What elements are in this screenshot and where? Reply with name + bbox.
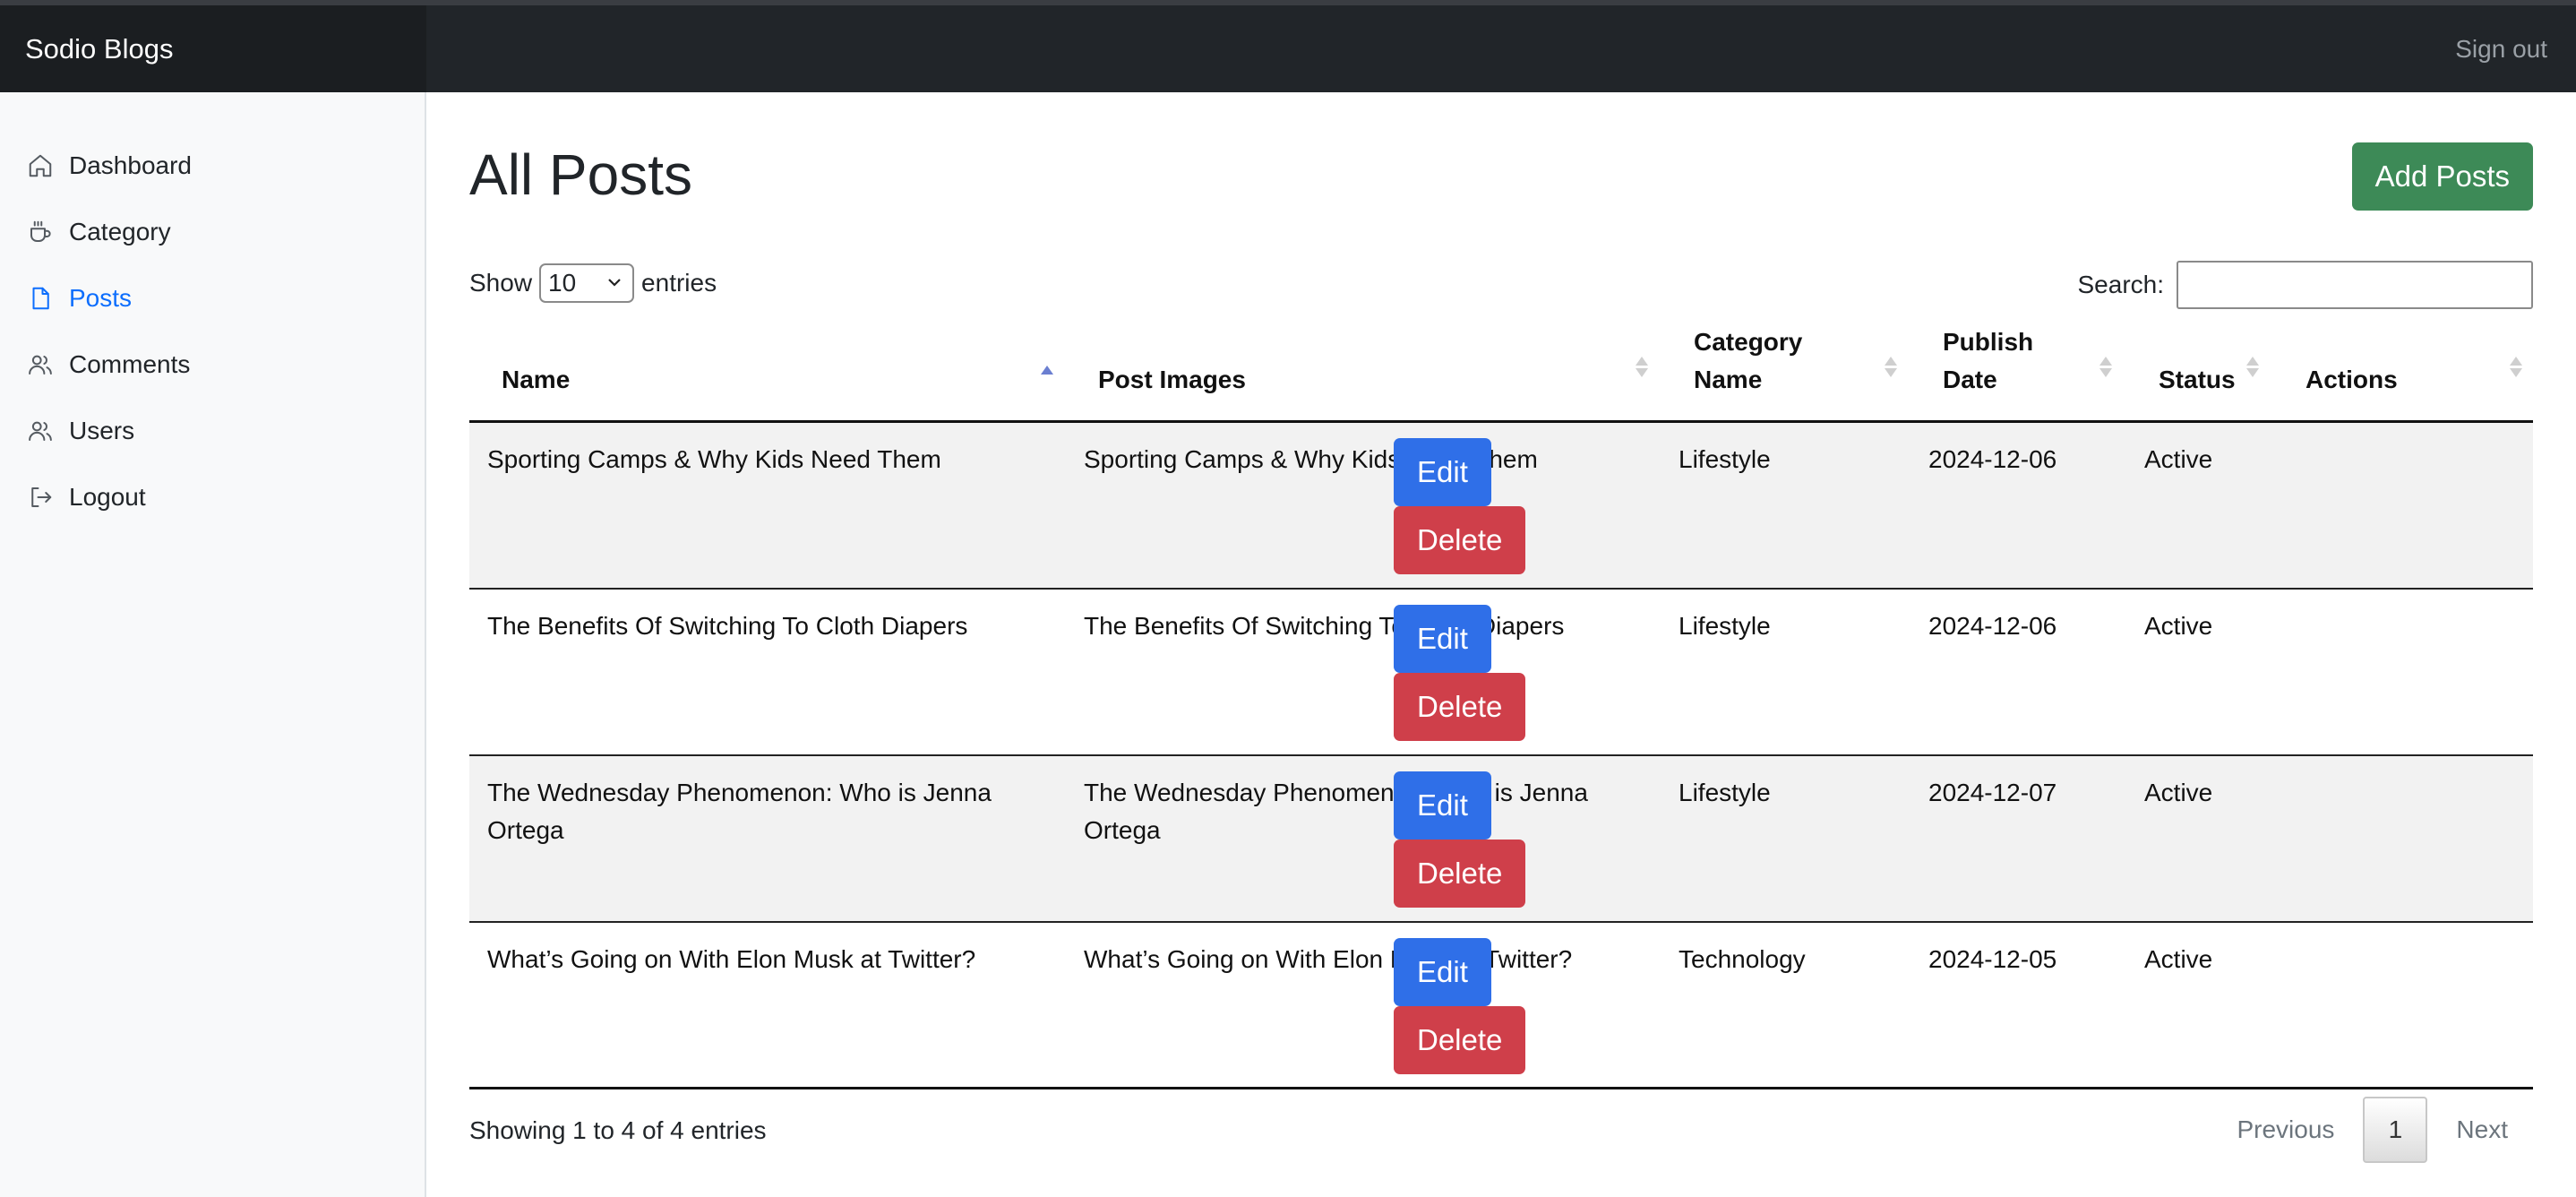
table-row: The Wednesday Phenomenon: Who is Jenna O… bbox=[469, 756, 2533, 923]
sidebar-item-label: Users bbox=[69, 417, 135, 444]
cell-status: Active bbox=[2144, 612, 2213, 640]
logout-icon bbox=[26, 483, 55, 512]
entries-length-control: Show 10 entries bbox=[469, 263, 717, 304]
delete-button[interactable]: Delete bbox=[1394, 840, 1526, 908]
sort-icon[interactable] bbox=[2099, 357, 2112, 377]
table-row: What’s Going on With Elon Musk at Twitte… bbox=[469, 923, 2533, 1089]
cell-post-image: Sporting Camps & Why Kids Need Them bbox=[1084, 445, 1538, 473]
page-1-button[interactable]: 1 bbox=[2363, 1097, 2428, 1163]
table-row: Sporting Camps & Why Kids Need Them Spor… bbox=[469, 423, 2533, 590]
users-icon bbox=[26, 350, 55, 379]
table-row: The Benefits Of Switching To Cloth Diape… bbox=[469, 590, 2533, 756]
sidebar-item-posts[interactable]: Posts bbox=[0, 265, 425, 332]
cell-post-image: What’s Going on With Elon Musk at Twitte… bbox=[1084, 945, 1573, 973]
chevron-down-icon bbox=[605, 269, 623, 297]
column-header-post-images[interactable]: Post Images bbox=[1098, 361, 1246, 399]
page-title: All Posts bbox=[469, 142, 692, 207]
sidebar-item-label: Posts bbox=[69, 284, 133, 312]
main-content: All Posts Add Posts Show 10 entries Sear… bbox=[469, 92, 2533, 1197]
sort-icon[interactable] bbox=[2246, 357, 2259, 377]
cell-publish-date: 2024-12-06 bbox=[1928, 612, 2057, 640]
cell-category: Lifestyle bbox=[1679, 445, 1771, 473]
column-header-publish-date[interactable]: Publish Date bbox=[1943, 323, 2077, 399]
delete-button[interactable]: Delete bbox=[1394, 673, 1526, 741]
sidebar-item-label: Dashboard bbox=[69, 151, 192, 179]
cell-status: Active bbox=[2144, 445, 2213, 473]
cell-post-image: The Wednesday Phenomenon: Who is Jenna O… bbox=[1084, 779, 1588, 844]
coffee-cup-icon bbox=[26, 218, 55, 246]
home-icon bbox=[26, 151, 55, 180]
cell-publish-date: 2024-12-07 bbox=[1928, 779, 2057, 806]
sidebar-item-comments[interactable]: Comments bbox=[0, 332, 425, 398]
previous-page-button[interactable]: Previous bbox=[2208, 1097, 2363, 1163]
search-control: Search: bbox=[2077, 261, 2533, 309]
search-input[interactable] bbox=[2177, 261, 2533, 309]
sidebar-item-logout[interactable]: Logout bbox=[0, 464, 425, 530]
sidebar-item-label: Category bbox=[69, 218, 171, 245]
sort-icon[interactable] bbox=[1636, 357, 1648, 377]
posts-table: Name Post Images Category Name Publish D… bbox=[469, 323, 2533, 1089]
sign-out-link[interactable]: Sign out bbox=[2455, 5, 2547, 92]
cell-name: The Benefits Of Switching To Cloth Diape… bbox=[487, 612, 968, 640]
add-posts-button[interactable]: Add Posts bbox=[2351, 142, 2533, 211]
sidebar-item-users[interactable]: Users bbox=[0, 398, 425, 464]
users-icon bbox=[26, 417, 55, 445]
cell-post-image: The Benefits Of Switching To Cloth Diape… bbox=[1084, 612, 1565, 640]
cell-category: Lifestyle bbox=[1679, 779, 1771, 806]
top-navbar: Sodio Blogs Sign out bbox=[0, 0, 2576, 92]
entries-label: entries bbox=[641, 269, 717, 297]
cell-name: What’s Going on With Elon Musk at Twitte… bbox=[487, 945, 976, 973]
entries-select-value: 10 bbox=[548, 269, 577, 297]
delete-button[interactable]: Delete bbox=[1394, 506, 1526, 574]
sidebar-item-label: Comments bbox=[69, 350, 191, 378]
cell-status: Active bbox=[2144, 945, 2213, 973]
sort-icon[interactable] bbox=[1885, 357, 1897, 377]
table-header: Name Post Images Category Name Publish D… bbox=[469, 323, 2533, 423]
sort-icon[interactable] bbox=[2510, 357, 2522, 377]
search-label: Search: bbox=[2077, 271, 2165, 298]
entries-select[interactable]: 10 bbox=[539, 263, 635, 303]
cell-category: Technology bbox=[1679, 945, 1806, 973]
delete-button[interactable]: Delete bbox=[1394, 1006, 1526, 1074]
column-header-name[interactable]: Name bbox=[502, 361, 570, 399]
sidebar-item-label: Logout bbox=[69, 483, 146, 511]
show-label: Show bbox=[469, 269, 533, 297]
edit-button[interactable]: Edit bbox=[1394, 438, 1491, 506]
next-page-button[interactable]: Next bbox=[2427, 1097, 2533, 1163]
table-info: Showing 1 to 4 of 4 entries bbox=[469, 1116, 767, 1144]
pagination: Previous 1 Next bbox=[2208, 1097, 2533, 1163]
cell-status: Active bbox=[2144, 779, 2213, 806]
edit-button[interactable]: Edit bbox=[1394, 605, 1491, 673]
column-header-actions[interactable]: Actions bbox=[2306, 361, 2398, 399]
sort-ascending-icon[interactable] bbox=[1041, 366, 1053, 377]
sidebar: Dashboard Category Posts Comments Users … bbox=[0, 92, 426, 1197]
edit-button[interactable]: Edit bbox=[1394, 771, 1491, 840]
sidebar-item-category[interactable]: Category bbox=[0, 199, 425, 265]
cell-category: Lifestyle bbox=[1679, 612, 1771, 640]
brand-link[interactable]: Sodio Blogs bbox=[0, 5, 426, 92]
cell-name: The Wednesday Phenomenon: Who is Jenna O… bbox=[487, 779, 992, 844]
column-header-category-name[interactable]: Category Name bbox=[1694, 323, 1873, 399]
document-icon bbox=[26, 284, 55, 313]
edit-button[interactable]: Edit bbox=[1394, 938, 1491, 1006]
sidebar-item-dashboard[interactable]: Dashboard bbox=[0, 133, 425, 199]
cell-name: Sporting Camps & Why Kids Need Them bbox=[487, 445, 941, 473]
cell-publish-date: 2024-12-05 bbox=[1928, 945, 2057, 973]
column-header-status[interactable]: Status bbox=[2159, 361, 2236, 399]
cell-publish-date: 2024-12-06 bbox=[1928, 445, 2057, 473]
